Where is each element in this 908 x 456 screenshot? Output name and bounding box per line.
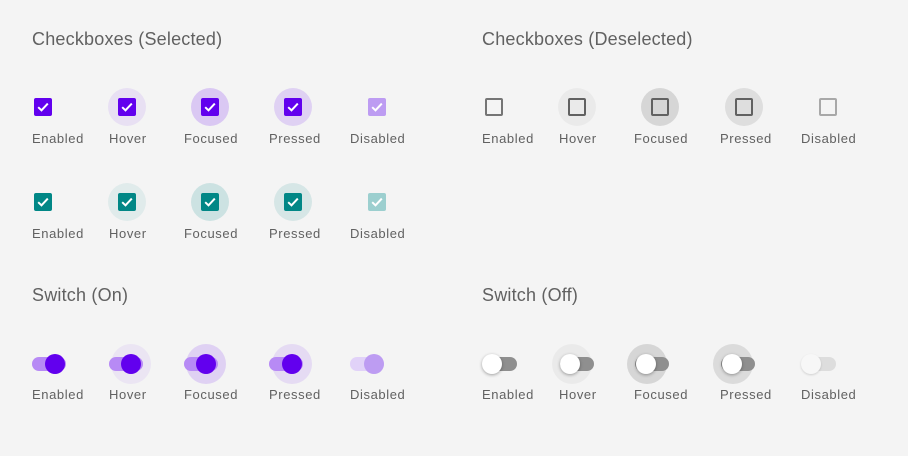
checkbox-primary-enabled[interactable]: Enabled <box>32 88 112 158</box>
checkbox-secondary-disabled: Disabled <box>350 183 430 253</box>
checkbox-checked-icon <box>34 98 52 116</box>
checkbox-checked-icon <box>118 193 136 211</box>
checkbox-checked-icon <box>368 193 386 211</box>
checkbox-unchecked-icon <box>735 98 753 116</box>
checkbox-checked-icon <box>201 98 219 116</box>
switch-thumb <box>364 354 384 374</box>
switch-thumb <box>196 354 216 374</box>
switch-thumb <box>560 354 580 374</box>
section-title-checkboxes-deselected: Checkboxes (Deselected) <box>482 29 693 49</box>
checkbox-unchecked-enabled[interactable]: Enabled <box>482 88 562 158</box>
state-label: Enabled <box>32 131 84 146</box>
checkbox-checked-icon <box>34 193 52 211</box>
checkbox-checked-icon <box>118 98 136 116</box>
state-label: Pressed <box>720 387 772 402</box>
checkbox-checked-icon <box>201 193 219 211</box>
state-label: Pressed <box>269 387 321 402</box>
state-label: Hover <box>559 131 597 146</box>
state-label: Hover <box>109 387 147 402</box>
section-title-checkboxes-selected: Checkboxes (Selected) <box>32 29 223 49</box>
switch-thumb <box>636 354 656 374</box>
section-title-switch-off: Switch (Off) <box>482 285 579 305</box>
state-label: Focused <box>184 131 239 146</box>
state-label: Enabled <box>32 387 84 402</box>
checkbox-unchecked-pressed[interactable]: Pressed <box>720 88 800 158</box>
switch-thumb <box>45 354 65 374</box>
state-label: Enabled <box>482 387 534 402</box>
checkbox-primary-pressed[interactable]: Pressed <box>269 88 349 158</box>
state-label: Hover <box>109 226 147 241</box>
state-label: Focused <box>634 387 689 402</box>
checkbox-checked-icon <box>284 193 302 211</box>
switch-thumb <box>121 354 141 374</box>
state-label: Disabled <box>801 131 857 146</box>
state-label: Pressed <box>269 131 321 146</box>
state-label: Pressed <box>720 131 772 146</box>
checkbox-unchecked-disabled: Disabled <box>801 88 881 158</box>
section-title-switch-on: Switch (On) <box>32 285 129 305</box>
switch-off-hover[interactable]: Hover <box>552 344 632 414</box>
switch-off-focused[interactable]: Focused <box>627 344 707 414</box>
state-label: Focused <box>634 131 689 146</box>
checkbox-secondary-enabled[interactable]: Enabled <box>32 183 112 253</box>
checkbox-unchecked-icon <box>568 98 586 116</box>
switch-off-enabled[interactable]: Enabled <box>482 344 562 414</box>
state-label: Disabled <box>801 387 857 402</box>
switch-thumb <box>722 354 742 374</box>
state-label: Disabled <box>350 131 406 146</box>
state-label: Hover <box>109 131 147 146</box>
switch-on-pressed[interactable]: Pressed <box>269 344 349 414</box>
state-label: Disabled <box>350 226 406 241</box>
checkbox-secondary-focused[interactable]: Focused <box>184 183 264 253</box>
state-label: Enabled <box>32 226 84 241</box>
checkbox-primary-focused[interactable]: Focused <box>184 88 264 158</box>
state-label: Pressed <box>269 226 321 241</box>
state-label: Disabled <box>350 387 406 402</box>
state-label: Focused <box>184 387 239 402</box>
switch-thumb <box>482 354 502 374</box>
checkbox-secondary-pressed[interactable]: Pressed <box>269 183 349 253</box>
state-label: Hover <box>559 387 597 402</box>
switch-on-disabled: Disabled <box>350 344 430 414</box>
checkbox-unchecked-icon <box>651 98 669 116</box>
switch-on-enabled[interactable]: Enabled <box>32 344 112 414</box>
state-label: Enabled <box>482 131 534 146</box>
checkbox-primary-disabled: Disabled <box>350 88 430 158</box>
checkbox-unchecked-hover[interactable]: Hover <box>558 88 638 158</box>
switch-thumb <box>282 354 302 374</box>
checkbox-primary-hover[interactable]: Hover <box>108 88 188 158</box>
checkbox-unchecked-icon <box>819 98 837 116</box>
checkbox-unchecked-focused[interactable]: Focused <box>634 88 714 158</box>
switch-on-focused[interactable]: Focused <box>184 344 264 414</box>
state-label: Focused <box>184 226 239 241</box>
checkbox-unchecked-icon <box>485 98 503 116</box>
switch-on-hover[interactable]: Hover <box>108 344 188 414</box>
checkbox-checked-icon <box>284 98 302 116</box>
checkbox-secondary-hover[interactable]: Hover <box>108 183 188 253</box>
switch-off-pressed[interactable]: Pressed <box>713 344 793 414</box>
switch-thumb <box>801 354 821 374</box>
checkbox-checked-icon <box>368 98 386 116</box>
switch-off-disabled: Disabled <box>801 344 881 414</box>
